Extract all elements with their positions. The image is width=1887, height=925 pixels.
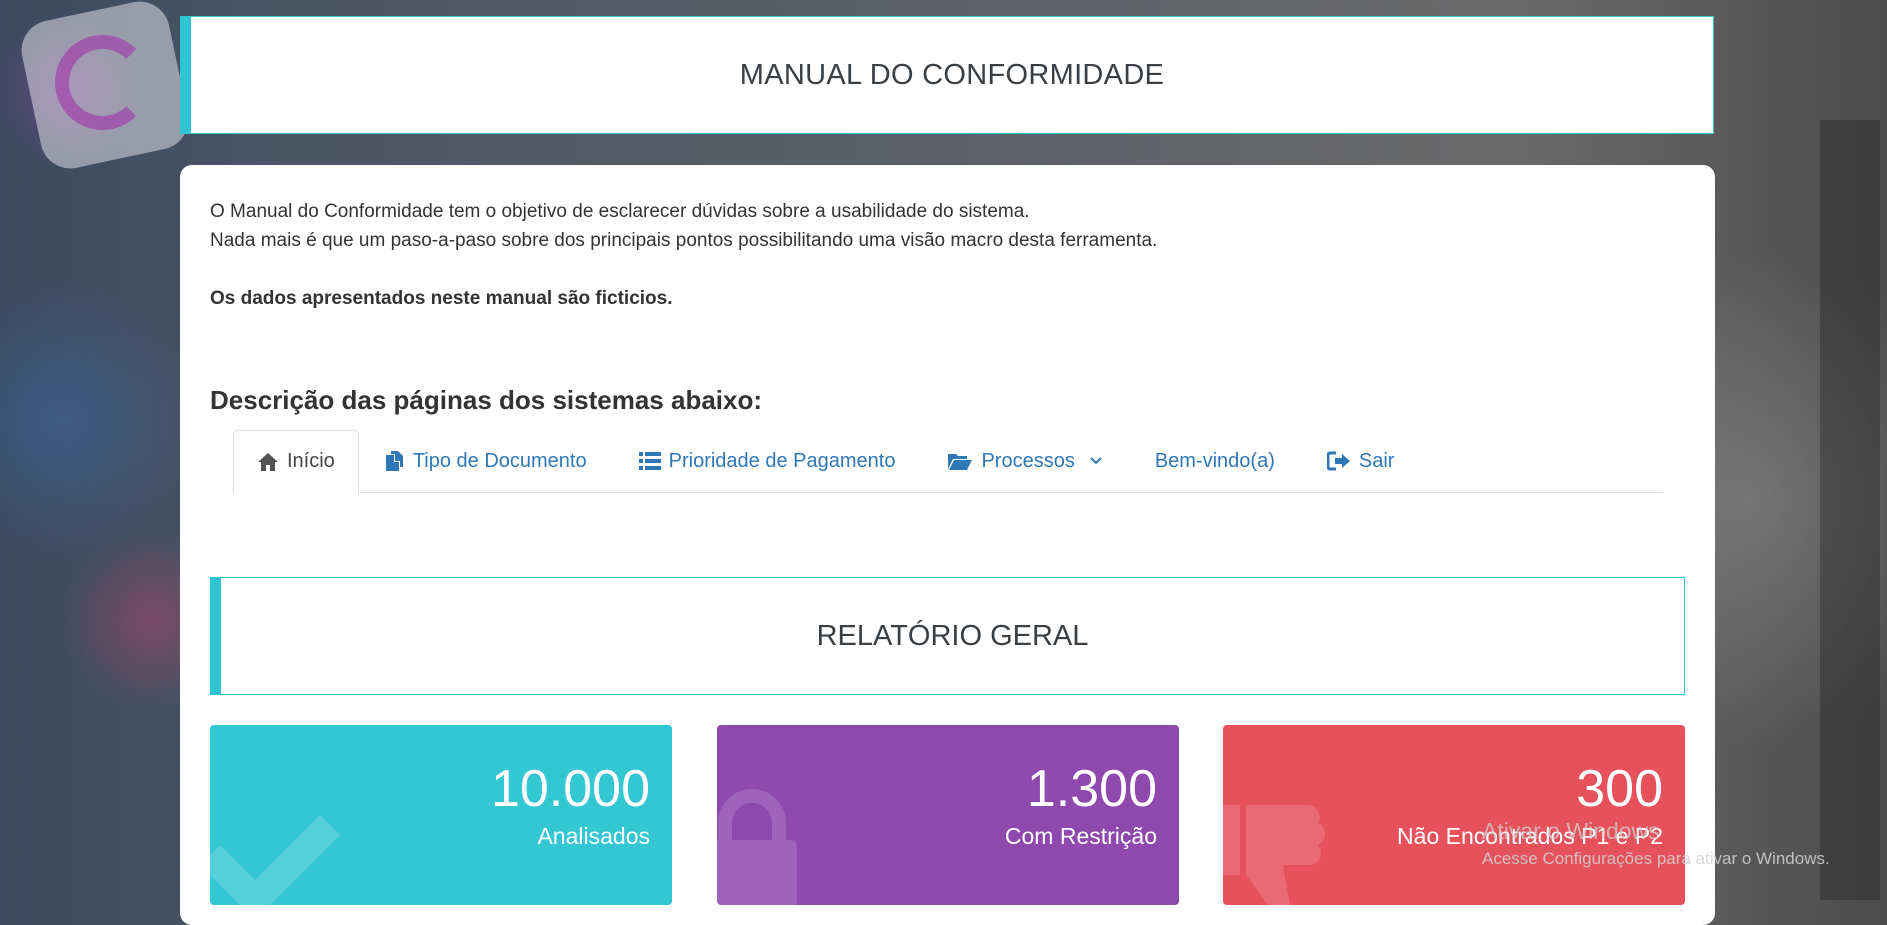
stat-card-com-restricao[interactable]: 1.300 Com Restrição (717, 725, 1179, 905)
stat-label: Com Restrição (1004, 823, 1157, 849)
tab-bem-vindo[interactable]: Bem-vindo(a) (1129, 430, 1301, 492)
intro-line-2: Nada mais é que um paso-a-paso sobre dos… (210, 230, 1158, 251)
chevron-down-icon (1090, 457, 1102, 465)
page-header: MANUAL DO CONFORMIDADE (180, 16, 1714, 134)
folder-open-icon (948, 454, 973, 470)
stat-value: 300 (1576, 760, 1663, 818)
stat-label: Analisados (537, 823, 650, 849)
intro-line-1: O Manual do Conformidade tem o objetivo … (210, 201, 1030, 222)
stat-label: Não Encontrados P1 e P2 (1397, 823, 1663, 849)
tab-label: Sair (1358, 449, 1395, 472)
home-icon (258, 452, 278, 471)
tab-label: Prioridade de Pagamento (668, 449, 896, 472)
thumbs-down-icon (1223, 805, 1326, 905)
tab-processos-dropdown[interactable]: Processos (921, 430, 1128, 492)
tab-tipo-de-documento[interactable]: Tipo de Documento (359, 430, 613, 492)
stat-value: 1.300 (1026, 760, 1157, 818)
page-title: MANUAL DO CONFORMIDADE (739, 58, 1165, 91)
main-card: O Manual do Conformidade tem o objetivo … (180, 165, 1715, 925)
stats-row: 10.000 Analisados 1.300 Com Restrição 30… (210, 725, 1685, 905)
check-icon (210, 815, 340, 905)
stat-card-analisados[interactable]: 10.000 Analisados (210, 725, 672, 905)
tab-label: Início (287, 450, 335, 472)
tab-label: Bem-vindo(a) (1154, 449, 1275, 472)
lock-icon (717, 789, 797, 905)
stat-value: 10.000 (490, 760, 650, 818)
documents-icon (385, 451, 403, 471)
list-icon (638, 452, 661, 470)
tab-label: Processos (981, 449, 1075, 472)
report-header: RELATÓRIO GERAL (210, 577, 1685, 695)
sign-out-icon (1326, 451, 1350, 471)
tab-inicio[interactable]: Início (233, 430, 359, 493)
nav-tabs: Início Tipo de Documento Prioridade de P… (233, 430, 1663, 493)
intro-text: O Manual do Conformidade tem o objetivo … (210, 197, 1157, 313)
tab-sair[interactable]: Sair (1301, 430, 1421, 492)
tab-label: Tipo de Documento (412, 449, 587, 472)
tab-prioridade-de-pagamento[interactable]: Prioridade de Pagamento (613, 430, 922, 492)
section-title: Descrição das páginas dos sistemas abaix… (210, 385, 763, 415)
report-title: RELATÓRIO GERAL (816, 619, 1089, 652)
stat-card-nao-encontrados[interactable]: 300 Não Encontrados P1 e P2 (1223, 725, 1685, 905)
fictitious-data-note: Os dados apresentados neste manual são f… (210, 288, 673, 309)
